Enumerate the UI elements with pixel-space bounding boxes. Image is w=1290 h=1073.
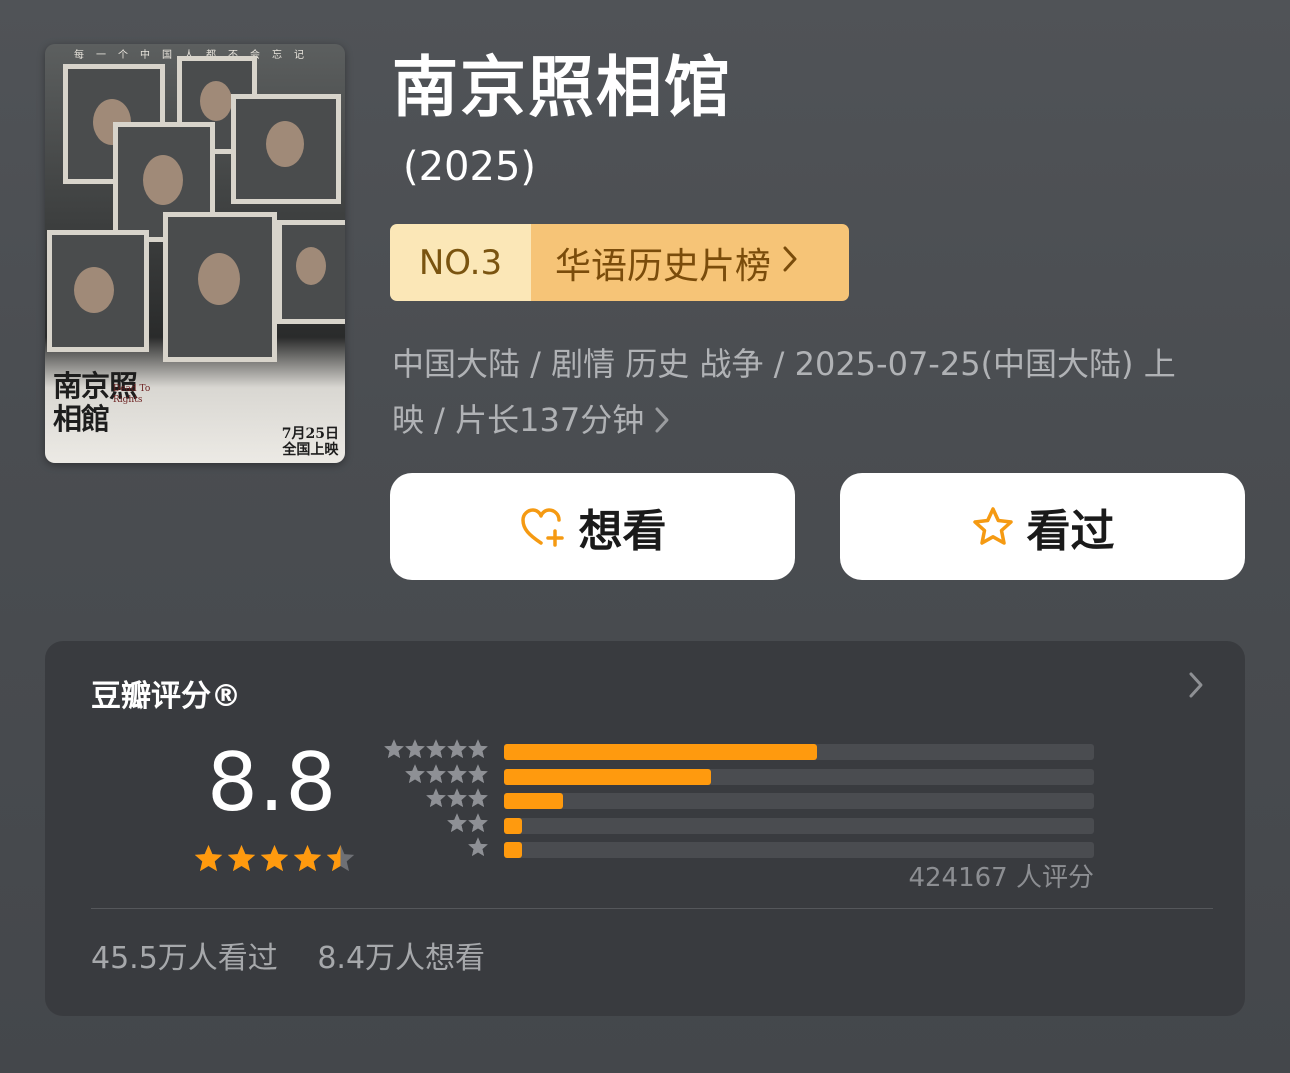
poster-release-text: 全国上映 — [282, 442, 339, 458]
grey-star-icon — [425, 738, 447, 764]
heart-plus-icon — [519, 505, 579, 549]
distribution-bar-fill — [504, 793, 563, 809]
movie-title: 南京照相馆 — [392, 49, 732, 126]
grey-star-icon — [467, 763, 489, 789]
distribution-bar-fill — [504, 768, 711, 785]
poster-photo-frame — [47, 230, 149, 352]
rating-star-icon — [259, 843, 290, 883]
rank-number: NO.3 — [390, 224, 531, 301]
distribution-bar — [504, 744, 1094, 760]
want-count: 8.4万人想看 — [317, 941, 486, 976]
movie-year: (2025) — [403, 144, 537, 190]
rating-score: 8.8 — [207, 736, 338, 829]
grey-star-icon — [467, 812, 489, 838]
rating-star-icon — [226, 843, 257, 883]
star-outline-icon — [971, 505, 1027, 549]
want-to-watch-button[interactable]: 想看 — [390, 473, 795, 580]
seen-count: 45.5万人看过 — [91, 941, 278, 976]
distribution-star-row — [383, 764, 489, 789]
distribution-bar — [504, 768, 1094, 785]
distribution-star-row — [383, 739, 489, 764]
grey-star-icon — [404, 738, 426, 764]
grey-star-icon — [425, 787, 447, 813]
grey-star-icon — [383, 738, 405, 764]
poster-photo-frame — [231, 94, 341, 204]
movie-meta-info[interactable]: 中国大陆 / 剧情 历史 战争 / 2025-07-25(中国大陆) 上 映 /… — [392, 336, 1212, 448]
ranking-badge[interactable]: NO.3 华语历史片榜 — [390, 224, 849, 301]
grey-star-icon — [446, 738, 468, 764]
watched-label: 看过 — [1026, 505, 1115, 557]
distribution-bar-fill — [504, 744, 817, 760]
chevron-right-icon[interactable] — [1187, 669, 1205, 709]
rating-card[interactable]: 豆瓣评分® 8.8 424167 人评分 45.5万人看过 8.4万人想看 — [45, 641, 1245, 1016]
rating-star-icon — [193, 843, 224, 883]
rank-list-label: 华语历史片榜 — [555, 245, 772, 287]
poster-english-title: Dead To Rights — [113, 384, 151, 405]
distribution-star-row — [383, 837, 489, 862]
grey-star-icon — [446, 787, 468, 813]
rating-header: 豆瓣评分® — [91, 679, 241, 714]
chevron-right-icon — [781, 243, 799, 283]
grey-star-icon — [467, 738, 489, 764]
grey-star-icon — [467, 836, 489, 862]
distribution-bar — [504, 842, 1094, 858]
grey-star-icon — [446, 763, 468, 789]
chevron-right-icon — [654, 405, 670, 435]
distribution-star-row — [383, 788, 489, 813]
rank-list-link[interactable]: 华语历史片榜 — [531, 224, 849, 301]
grey-star-icon — [425, 763, 447, 789]
watched-button[interactable]: 看过 — [840, 473, 1245, 580]
grey-star-icon — [446, 812, 468, 838]
meta-line-1: 中国大陆 / 剧情 历史 战争 / 2025-07-25(中国大陆) 上 — [392, 345, 1176, 383]
meta-line-2-text: 映 / 片长137分钟 — [392, 401, 645, 439]
rating-distribution-bars — [504, 744, 1094, 867]
poster-photo-frame — [163, 212, 277, 362]
grey-star-icon — [467, 787, 489, 813]
distribution-star-row — [383, 813, 489, 838]
divider — [91, 908, 1213, 909]
watch-stats: 45.5万人看过 8.4万人想看 — [91, 933, 485, 977]
want-to-watch-label: 想看 — [578, 505, 667, 557]
rating-star-icon — [325, 843, 356, 883]
distribution-star-labels — [383, 739, 489, 862]
distribution-bar — [504, 793, 1094, 809]
distribution-bar-fill — [504, 817, 522, 834]
grey-star-icon — [404, 763, 426, 789]
rating-count: 424167 人评分 — [908, 863, 1094, 893]
movie-poster[interactable]: 每一个中国人都不会忘记 南京照相館 Dead To Rights 7月25日 全… — [45, 44, 345, 463]
distribution-bar-fill — [504, 842, 522, 858]
poster-date-text: 7月25日 — [281, 426, 339, 442]
poster-photo-frame — [277, 220, 345, 324]
poster-release-date: 7月25日 全国上映 — [282, 426, 339, 458]
rating-star-icon — [292, 843, 323, 883]
score-stars — [193, 843, 358, 883]
distribution-bar — [504, 817, 1094, 834]
meta-line-2: 映 / 片长137分钟 — [392, 392, 1212, 448]
